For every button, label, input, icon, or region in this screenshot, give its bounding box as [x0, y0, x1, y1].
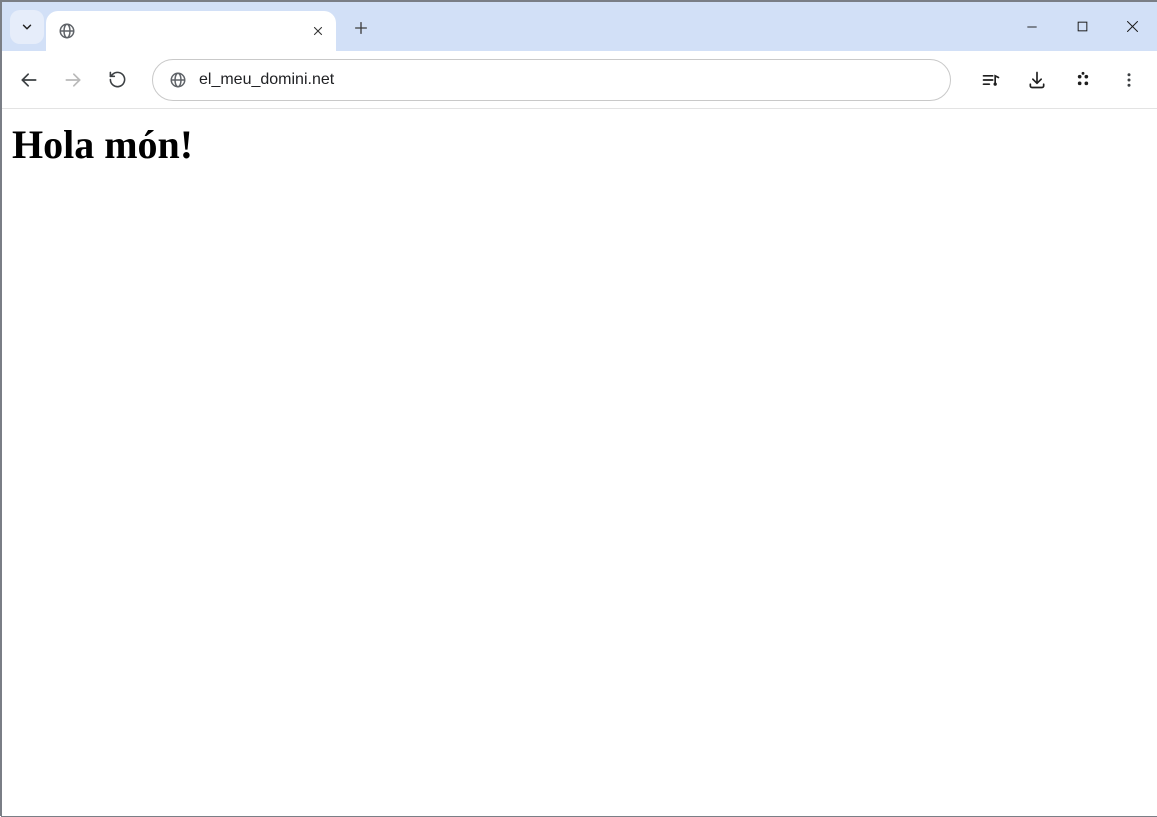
back-button[interactable] — [10, 61, 48, 99]
titlebar — [2, 2, 1157, 51]
arrow-left-icon — [19, 70, 39, 90]
new-tab-button[interactable] — [346, 13, 376, 43]
music-list-icon — [981, 70, 1001, 90]
close-icon — [312, 25, 324, 37]
download-icon — [1027, 70, 1047, 90]
window-maximize-button[interactable] — [1057, 7, 1107, 47]
globe-icon — [58, 22, 76, 40]
maximize-icon — [1076, 20, 1089, 33]
tab-close-button[interactable] — [308, 21, 328, 41]
tab-search-button[interactable] — [10, 10, 44, 44]
minimize-icon — [1025, 20, 1039, 34]
reload-button[interactable] — [98, 61, 136, 99]
close-icon — [1125, 19, 1140, 34]
plus-icon — [353, 20, 369, 36]
tab-active[interactable] — [46, 11, 336, 51]
downloads-button[interactable] — [1017, 60, 1057, 100]
toolbar: el_meu_domini.net — [2, 51, 1157, 109]
window-minimize-button[interactable] — [1007, 7, 1057, 47]
extension-icon — [1073, 70, 1093, 90]
media-control-button[interactable] — [971, 60, 1011, 100]
chevron-down-icon — [20, 20, 34, 34]
extensions-button[interactable] — [1063, 60, 1103, 100]
url-text: el_meu_domini.net — [199, 71, 334, 89]
globe-icon — [169, 71, 187, 89]
reload-icon — [108, 70, 127, 89]
address-bar[interactable]: el_meu_domini.net — [152, 59, 951, 101]
arrow-right-icon — [63, 70, 83, 90]
page-heading: Hola món! — [12, 121, 1147, 168]
kebab-menu-icon — [1120, 71, 1138, 89]
forward-button[interactable] — [54, 61, 92, 99]
menu-button[interactable] — [1109, 60, 1149, 100]
window-controls — [1007, 2, 1157, 51]
toolbar-actions — [971, 60, 1149, 100]
page-content: Hola món! — [2, 109, 1157, 816]
window-close-button[interactable] — [1107, 7, 1157, 47]
